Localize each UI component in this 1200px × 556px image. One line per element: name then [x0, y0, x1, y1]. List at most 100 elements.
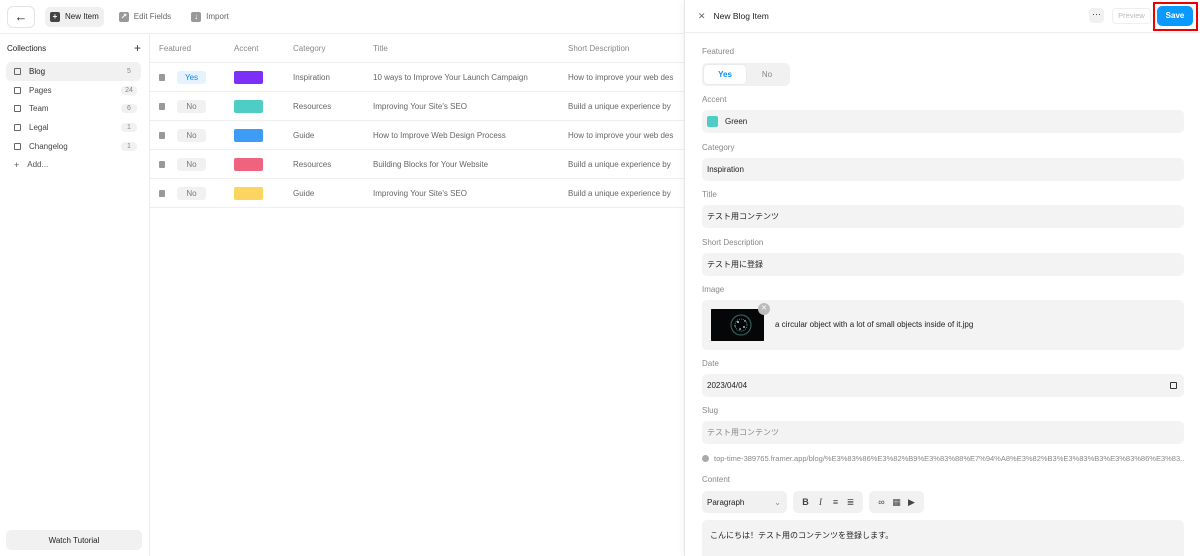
table-row[interactable]: No Resources Building Blocks for Your We… [150, 150, 684, 179]
video-icon[interactable]: ▶ [904, 497, 919, 508]
table-row[interactable]: No Resources Improving Your Site's SEO B… [150, 92, 684, 121]
date-label: Date [702, 359, 719, 368]
save-button[interactable]: Save [1157, 6, 1193, 26]
new-item-label: New Item [65, 12, 99, 21]
new-item-button[interactable]: + New Item [45, 6, 104, 27]
content-label: Content [702, 475, 731, 484]
calendar-icon[interactable] [1170, 382, 1177, 389]
short-description-cell: How to improve your web des [568, 130, 674, 140]
image-label: Image [702, 285, 725, 294]
slug-url: top-time-389765.framer.app/blog/%E3%83%8… [702, 454, 1184, 463]
collection-table: Featured Accent Category Title Short Des… [150, 33, 684, 208]
accent-swatch [234, 70, 263, 84]
short-description-input[interactable]: テスト用に登録 [702, 253, 1184, 276]
short-description-cell: Build a unique experience by [568, 159, 671, 169]
add-collection-item[interactable]: + Add... [0, 156, 149, 174]
accent-swatch [234, 186, 263, 200]
content-editor[interactable]: こんにちは！テスト用のコンテンツを登録します。 [702, 520, 1184, 556]
featured-cell: No [150, 157, 234, 171]
accent-cell [234, 70, 293, 84]
database-icon [14, 86, 21, 94]
paragraph-select[interactable]: Paragraph ⌄ [702, 491, 787, 513]
database-icon [14, 105, 21, 113]
column-header-title[interactable]: Title [373, 44, 568, 53]
sidebar-item-team[interactable]: Team 6 [6, 100, 141, 119]
arrow-up-right-icon: ↗ [118, 11, 129, 22]
category-value: Inspiration [707, 165, 744, 174]
featured-cell: No [150, 99, 234, 113]
featured-toggle: Yes No [702, 63, 790, 86]
accent-cell [234, 128, 293, 142]
category-cell: Guide [293, 130, 315, 140]
rich-text-toolbar: Paragraph ⌄ B I ≡ ≣ ∞ ▦ ▶ [702, 491, 930, 513]
sidebar-item-changelog[interactable]: Changelog 1 [6, 137, 141, 156]
featured-pill: No [177, 99, 206, 113]
accent-select[interactable]: Green [702, 110, 1184, 133]
add-collection-label: Add... [27, 160, 49, 170]
back-button[interactable]: ← [7, 5, 35, 28]
featured-pill: No [177, 186, 206, 200]
content-value: こんにちは！テスト用のコンテンツを登録します。 [710, 531, 894, 540]
new-item-panel: ✕ New Blog Item ··· Preview Save Feature… [684, 0, 1200, 556]
chevron-down-icon: ⌄ [774, 497, 781, 507]
sidebar-item-count: 24 [121, 85, 137, 95]
insert-group: ∞ ▦ ▶ [869, 491, 924, 513]
table-row[interactable]: No Guide How to Improve Web Design Proce… [150, 121, 684, 150]
sidebar-item-blog[interactable]: Blog 5 [6, 62, 141, 81]
italic-icon[interactable]: I [813, 497, 828, 507]
edit-fields-button[interactable]: ↗ Edit Fields [114, 7, 176, 27]
category-cell: Resources [293, 159, 332, 169]
collections-sidebar: Collections + Blog 5 Pages 24 Team 6 Leg… [0, 33, 150, 556]
document-icon [159, 131, 165, 139]
slug-value: テスト用コンテンツ [707, 428, 779, 437]
arrow-left-icon: ← [14, 9, 28, 24]
title-label: Title [702, 190, 717, 199]
watch-tutorial-button[interactable]: Watch Tutorial [6, 530, 142, 550]
title-cell: Building Blocks for Your Website [373, 159, 489, 169]
short-description-cell: Build a unique experience by [568, 101, 671, 111]
table-header-row: Featured Accent Category Title Short Des… [150, 34, 684, 63]
download-icon: ↓ [191, 11, 202, 22]
sidebar-item-pages[interactable]: Pages 24 [6, 81, 141, 100]
import-button[interactable]: ↓ Import [186, 7, 234, 27]
accent-value: Green [725, 117, 748, 126]
image-field[interactable]: ✕ a circular object with a lot of small … [702, 300, 1184, 350]
collections-header: Collections + [0, 34, 149, 62]
image-thumbnail-graphic [711, 309, 764, 341]
column-header-category[interactable]: Category [293, 44, 373, 53]
column-header-accent[interactable]: Accent [234, 44, 293, 53]
more-options-button[interactable]: ··· [1089, 8, 1104, 23]
format-group: B I ≡ ≣ [793, 491, 863, 513]
plus-icon: + [14, 159, 20, 170]
bold-icon[interactable]: B [798, 497, 813, 507]
top-toolbar: ← + New Item ↗ Edit Fields ↓ Import [0, 0, 684, 33]
bullet-list-icon[interactable]: ≡ [828, 497, 843, 507]
table-row[interactable]: No Guide Improving Your Site's SEO Build… [150, 179, 684, 208]
add-collection-icon[interactable]: + [134, 41, 141, 55]
featured-no-option[interactable]: No [746, 65, 788, 84]
paragraph-select-value: Paragraph [707, 497, 745, 507]
slug-input[interactable]: テスト用コンテンツ [702, 421, 1184, 444]
remove-image-icon[interactable]: ✕ [758, 303, 770, 315]
title-input[interactable]: テスト用コンテンツ [702, 205, 1184, 228]
column-header-short-description[interactable]: Short Description [568, 44, 684, 53]
numbered-list-icon[interactable]: ≣ [843, 497, 858, 508]
preview-button[interactable]: Preview [1112, 8, 1151, 24]
column-header-featured[interactable]: Featured [150, 44, 234, 53]
accent-color-swatch [707, 116, 718, 127]
sidebar-item-legal[interactable]: Legal 1 [6, 118, 141, 137]
document-icon [159, 73, 165, 81]
link-icon[interactable]: ∞ [874, 497, 889, 507]
table-row[interactable]: Yes Inspiration 10 ways to Improve Your … [150, 63, 684, 92]
close-icon[interactable]: ✕ [698, 11, 706, 22]
image-icon[interactable]: ▦ [889, 497, 904, 508]
title-cell: How to Improve Web Design Process [373, 130, 506, 140]
title-cell: Improving Your Site's SEO [373, 101, 468, 111]
accent-cell [234, 99, 293, 113]
featured-yes-option[interactable]: Yes [704, 65, 746, 84]
category-select[interactable]: Inspiration [702, 158, 1184, 181]
date-input[interactable]: 2023/04/04 [702, 374, 1184, 397]
short-description-label: Short Description [702, 238, 764, 247]
category-cell: Inspiration [293, 72, 330, 82]
database-icon [14, 67, 21, 75]
